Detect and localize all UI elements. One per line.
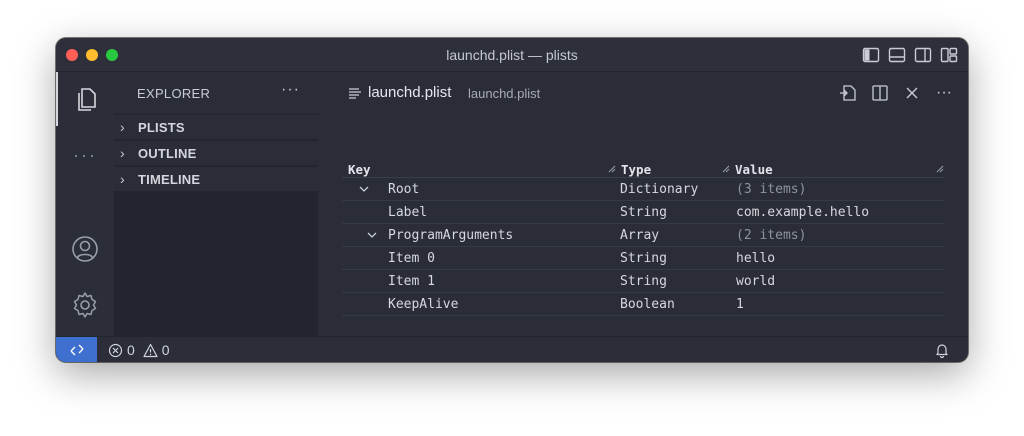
status-bar: 0 0 — [56, 336, 968, 362]
table-row[interactable]: Root Dictionary (3 items) — [342, 178, 944, 201]
resize-handle-icon[interactable] — [722, 165, 730, 173]
section-label: TIMELINE — [138, 171, 201, 187]
row-key: Root — [388, 182, 420, 197]
toggle-sidebar-icon[interactable] — [862, 46, 880, 64]
grid-header: Key Type Value — [342, 160, 944, 178]
table-row[interactable]: Item 1 String world — [342, 270, 944, 293]
sidebar: EXPLORER ··· › PLISTS › OUTLINE › TIMELI… — [114, 72, 318, 336]
chevron-right-icon: › — [120, 171, 125, 187]
open-source-button[interactable] — [838, 83, 858, 103]
remote-indicator-button[interactable] — [56, 337, 97, 362]
accounts-button[interactable] — [56, 222, 114, 276]
row-value: hello — [736, 251, 776, 266]
account-icon — [72, 236, 98, 262]
explorer-activity-button[interactable] — [56, 72, 114, 126]
problems-status[interactable]: 0 0 — [108, 342, 170, 358]
row-value: (2 items) — [736, 228, 807, 243]
ellipsis-icon: ··· — [73, 144, 97, 165]
table-row[interactable]: Item 0 String hello — [342, 247, 944, 270]
manage-button[interactable] — [56, 278, 114, 332]
row-type: Array — [620, 228, 660, 243]
row-type: String — [620, 251, 667, 266]
editor-more-button[interactable]: ··· — [934, 83, 954, 103]
warning-count: 0 — [161, 342, 170, 358]
split-editor-button[interactable] — [870, 83, 890, 103]
tab-title: launchd.plist — [368, 84, 452, 101]
resize-handle-icon[interactable] — [936, 165, 944, 173]
sidebar-more-button[interactable]: ··· — [281, 81, 300, 99]
sidebar-title: EXPLORER — [137, 86, 211, 101]
section-label: PLISTS — [138, 119, 185, 135]
customize-layout-icon[interactable] — [940, 46, 958, 64]
row-type: String — [620, 205, 667, 220]
row-value: 1 — [736, 297, 744, 312]
files-icon — [78, 88, 96, 111]
table-row[interactable]: Label String com.example.hello — [342, 201, 944, 224]
row-key: Item 1 — [388, 274, 435, 289]
more-activities-button[interactable]: ··· — [56, 128, 114, 182]
split-editor-icon — [872, 85, 888, 101]
table-row[interactable]: ProgramArguments Array (2 items) — [342, 224, 944, 247]
tab-description: launchd.plist — [468, 86, 541, 101]
value-column-header: Value — [735, 162, 773, 177]
chevron-right-icon: › — [120, 119, 125, 135]
chevron-down-icon[interactable] — [366, 229, 378, 241]
key-column-header: Key — [348, 162, 371, 177]
file-lines-icon — [349, 88, 361, 99]
editor-area: launchd.plist launchd.plist ··· Key Type — [318, 72, 968, 336]
editor-tab[interactable]: launchd.plist launchd.plist ··· — [318, 72, 968, 114]
sidebar-header: EXPLORER ··· — [114, 72, 318, 114]
resize-handle-icon[interactable] — [608, 165, 616, 173]
error-icon — [108, 343, 123, 357]
row-key: ProgramArguments — [388, 228, 514, 243]
row-value: world — [736, 274, 776, 289]
sidebar-section-timeline[interactable]: › TIMELINE — [114, 167, 318, 191]
row-value: (3 items) — [736, 182, 807, 197]
remote-icon — [70, 344, 83, 356]
close-icon — [906, 87, 918, 99]
chevron-down-icon[interactable] — [358, 183, 370, 195]
close-tab-button[interactable] — [902, 83, 922, 103]
sidebar-section-plists[interactable]: › PLISTS — [114, 115, 318, 139]
gear-icon — [73, 292, 97, 318]
error-count: 0 — [127, 342, 135, 358]
sidebar-section-outline[interactable]: › OUTLINE — [114, 141, 318, 165]
open-file-icon — [840, 85, 856, 101]
table-row[interactable]: KeepAlive Boolean 1 — [342, 293, 944, 316]
toggle-secondary-sidebar-icon[interactable] — [914, 46, 932, 64]
window-title: launchd.plist — plists — [446, 47, 578, 63]
type-column-header: Type — [621, 162, 652, 177]
row-key: Item 0 — [388, 251, 435, 266]
bell-icon[interactable] — [934, 342, 950, 358]
row-key: KeepAlive — [388, 297, 459, 312]
row-type: String — [620, 274, 667, 289]
row-value: com.example.hello — [736, 205, 870, 220]
warning-icon — [143, 343, 158, 357]
activity-bar: ··· — [56, 72, 114, 336]
toggle-panel-icon[interactable] — [888, 46, 906, 64]
row-key: Label — [388, 205, 428, 220]
chevron-right-icon: › — [120, 145, 125, 161]
title-bar: launchd.plist — plists — [56, 38, 968, 72]
row-type: Boolean — [620, 297, 675, 312]
app-window: launchd.plist — plists ··· EXPLORER ··· … — [56, 38, 968, 362]
plist-grid: Key Type Value Root Dictionary (3 items)… — [342, 160, 944, 316]
row-type: Dictionary — [620, 182, 699, 197]
section-label: OUTLINE — [138, 145, 197, 161]
